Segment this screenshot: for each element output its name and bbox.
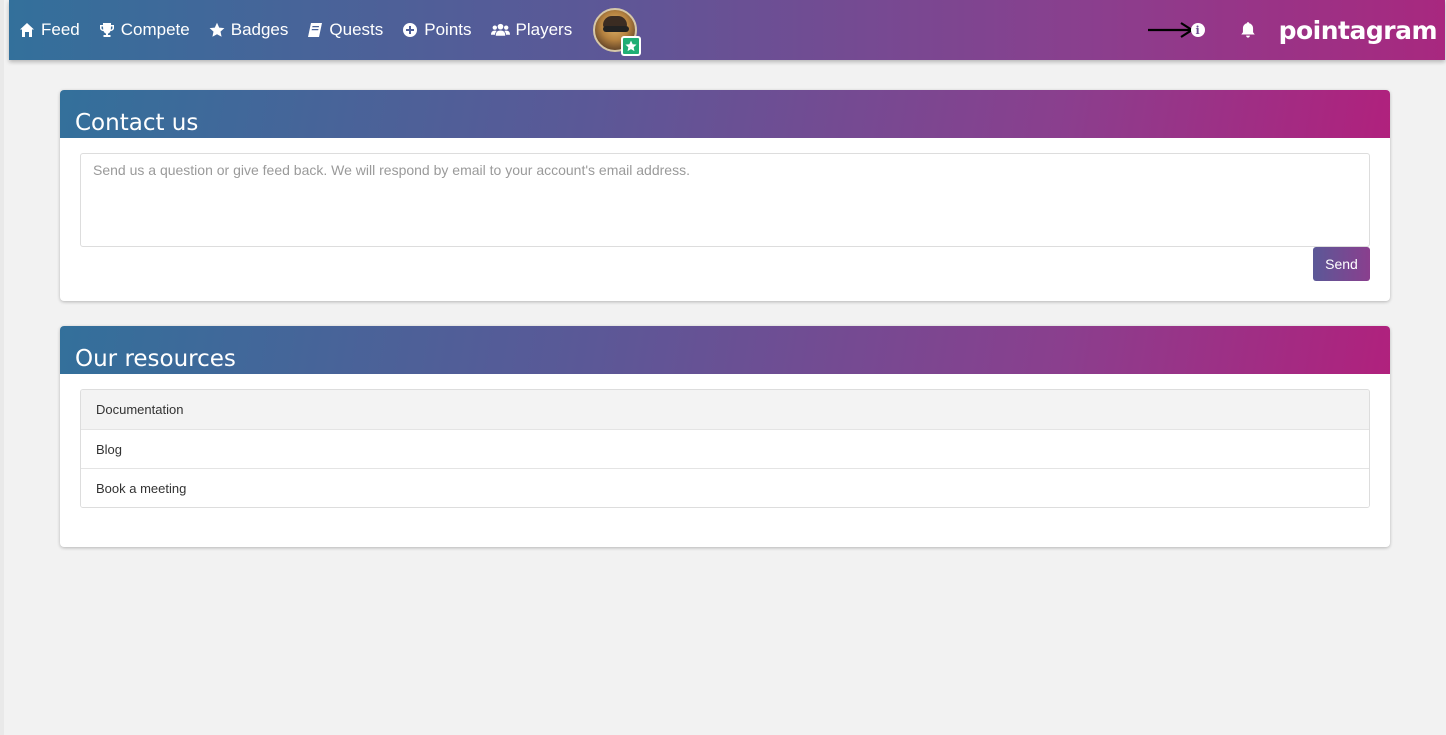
resources-title: Our resources: [75, 346, 236, 372]
nav-points[interactable]: Points: [402, 20, 472, 40]
nav-badges-label: Badges: [230, 20, 289, 39]
header-tools: i pointagram: [1147, 0, 1438, 60]
contact-panel-header: Contact us: [60, 90, 1390, 138]
bell-icon[interactable]: [1239, 21, 1257, 39]
nav-compete[interactable]: Compete: [99, 20, 190, 40]
top-navigation-bar: Feed Compete Badges Quests Points Player…: [9, 0, 1445, 60]
contact-title: Contact us: [75, 110, 199, 136]
nav-badges[interactable]: Badges: [209, 20, 289, 40]
home-icon: [20, 23, 34, 37]
avatar-glasses: [603, 26, 630, 32]
nav-quests[interactable]: Quests: [307, 20, 383, 40]
nav-feed-label: Feed: [41, 20, 80, 39]
resource-blog[interactable]: Blog: [81, 429, 1369, 468]
resource-book-meeting[interactable]: Book a meeting: [81, 468, 1369, 507]
nav-points-label: Points: [424, 20, 472, 39]
nav-players-label: Players: [515, 20, 573, 39]
avatar-star-badge: [621, 36, 642, 56]
user-avatar[interactable]: [593, 8, 642, 56]
users-icon: [490, 23, 510, 36]
nav-quests-label: Quests: [329, 20, 384, 39]
trophy-icon: [99, 23, 114, 37]
book-icon: [308, 23, 323, 37]
nav-compete-label: Compete: [120, 20, 190, 39]
star-badge-icon: [625, 40, 637, 52]
brand-logo[interactable]: pointagram: [1279, 16, 1438, 45]
message-input[interactable]: [80, 153, 1370, 247]
resources-list: Documentation Blog Book a meeting: [80, 389, 1370, 508]
resource-documentation[interactable]: Documentation: [81, 390, 1369, 429]
star-icon: [209, 22, 225, 37]
send-button[interactable]: Send: [1313, 247, 1370, 281]
plus-circle-icon: [403, 23, 418, 37]
arrow-right-icon: [1147, 22, 1194, 38]
nav-players[interactable]: Players: [490, 20, 573, 40]
nav-feed[interactable]: Feed: [19, 20, 80, 40]
resources-panel-header: Our resources: [60, 326, 1390, 374]
info-icon[interactable]: i: [1190, 23, 1205, 37]
main-nav: Feed Compete Badges Quests Points Player…: [19, 0, 642, 60]
resources-panel: Our resources Documentation Blog Book a …: [60, 326, 1390, 547]
contact-panel: Contact us Send: [60, 90, 1390, 301]
